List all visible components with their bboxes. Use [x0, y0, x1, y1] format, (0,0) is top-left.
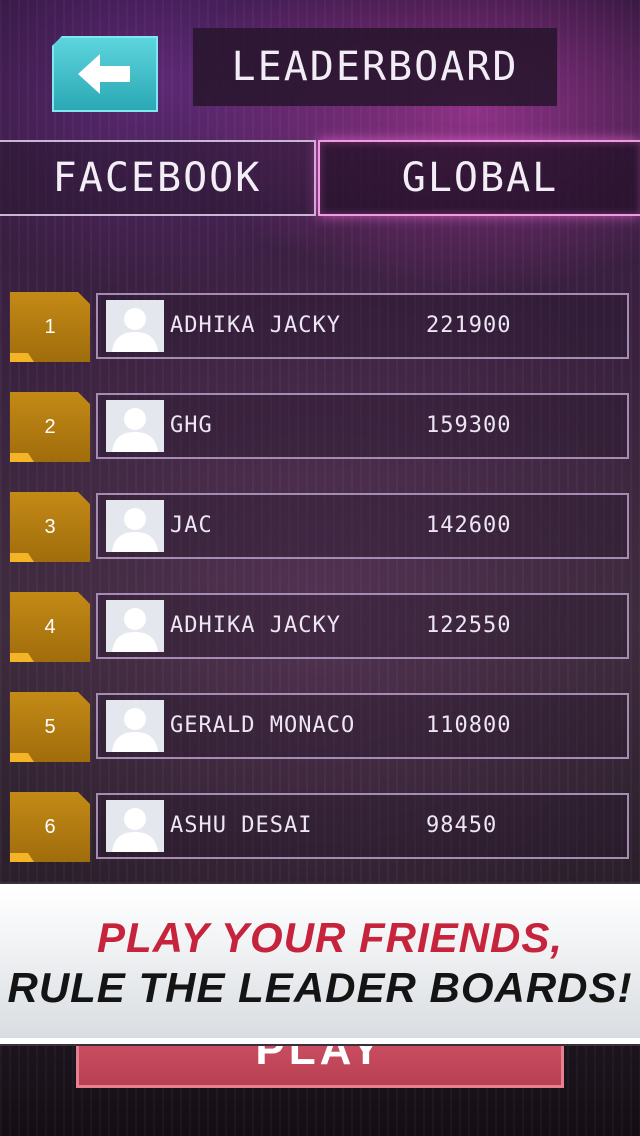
rank-number: 6 — [44, 815, 56, 838]
default-avatar-icon — [112, 808, 158, 852]
leaderboard-row[interactable]: GHG 159300 — [96, 393, 629, 459]
rank-badge: 6 — [10, 792, 90, 862]
avatar — [106, 500, 164, 552]
rank-number: 3 — [44, 515, 56, 538]
leaderboard-row[interactable]: JAC 142600 — [96, 493, 629, 559]
player-score: 221900 — [426, 313, 512, 338]
leaderboard-row[interactable]: ADHIKA JACKY 122550 — [96, 593, 629, 659]
leaderboard-row[interactable]: ADHIKA JACKY 221900 — [96, 293, 629, 359]
default-avatar-icon — [112, 308, 158, 352]
player-score: 110800 — [426, 713, 512, 738]
player-name: GERALD MONACO — [170, 713, 356, 738]
default-avatar-icon — [112, 608, 158, 652]
player-name: GHG — [170, 413, 213, 438]
player-score: 122550 — [426, 613, 512, 638]
player-score: 142600 — [426, 513, 512, 538]
player-name: JAC — [170, 513, 213, 538]
player-name: ASHU DESAI — [170, 813, 313, 838]
avatar — [106, 700, 164, 752]
promo-headline: PLAY YOUR FRIENDS, — [96, 914, 564, 961]
badge-corner-accent — [10, 453, 34, 462]
badge-corner-accent — [10, 653, 34, 662]
rank-badge: 1 — [10, 292, 90, 362]
badge-corner-accent — [10, 553, 34, 562]
promo-banner: PLAY YOUR FRIENDS, RULE THE LEADER BOARD… — [0, 884, 640, 1044]
back-button[interactable] — [52, 36, 158, 112]
player-score: 98450 — [426, 813, 498, 838]
rank-badge: 2 — [10, 392, 90, 462]
avatar — [106, 600, 164, 652]
player-name: ADHIKA JACKY — [170, 313, 341, 338]
leaderboard-row[interactable]: GERALD MONACO 110800 — [96, 693, 629, 759]
avatar — [106, 800, 164, 852]
rank-number: 4 — [44, 615, 56, 638]
page-title: LEADERBOARD — [193, 28, 557, 106]
player-score: 159300 — [426, 413, 512, 438]
rank-number: 1 — [44, 315, 56, 338]
rank-number: 2 — [44, 415, 56, 438]
badge-corner-accent — [10, 853, 34, 862]
badge-corner-accent — [10, 353, 34, 362]
default-avatar-icon — [112, 708, 158, 752]
rank-badge: 4 — [10, 592, 90, 662]
rank-badge: 5 — [10, 692, 90, 762]
arrow-left-icon — [78, 54, 130, 94]
leaderboard-row[interactable]: ASHU DESAI 98450 — [96, 793, 629, 859]
tab-facebook[interactable]: FACEBOOK — [0, 140, 316, 216]
default-avatar-icon — [112, 408, 158, 452]
player-name: ADHIKA JACKY — [170, 613, 341, 638]
tab-global[interactable]: GLOBAL — [318, 140, 640, 216]
badge-corner-accent — [10, 753, 34, 762]
avatar — [106, 400, 164, 452]
rank-badge: 3 — [10, 492, 90, 562]
promo-subheadline: RULE THE LEADER BOARDS! — [7, 964, 633, 1011]
default-avatar-icon — [112, 508, 158, 552]
rank-number: 5 — [44, 715, 56, 738]
avatar — [106, 300, 164, 352]
